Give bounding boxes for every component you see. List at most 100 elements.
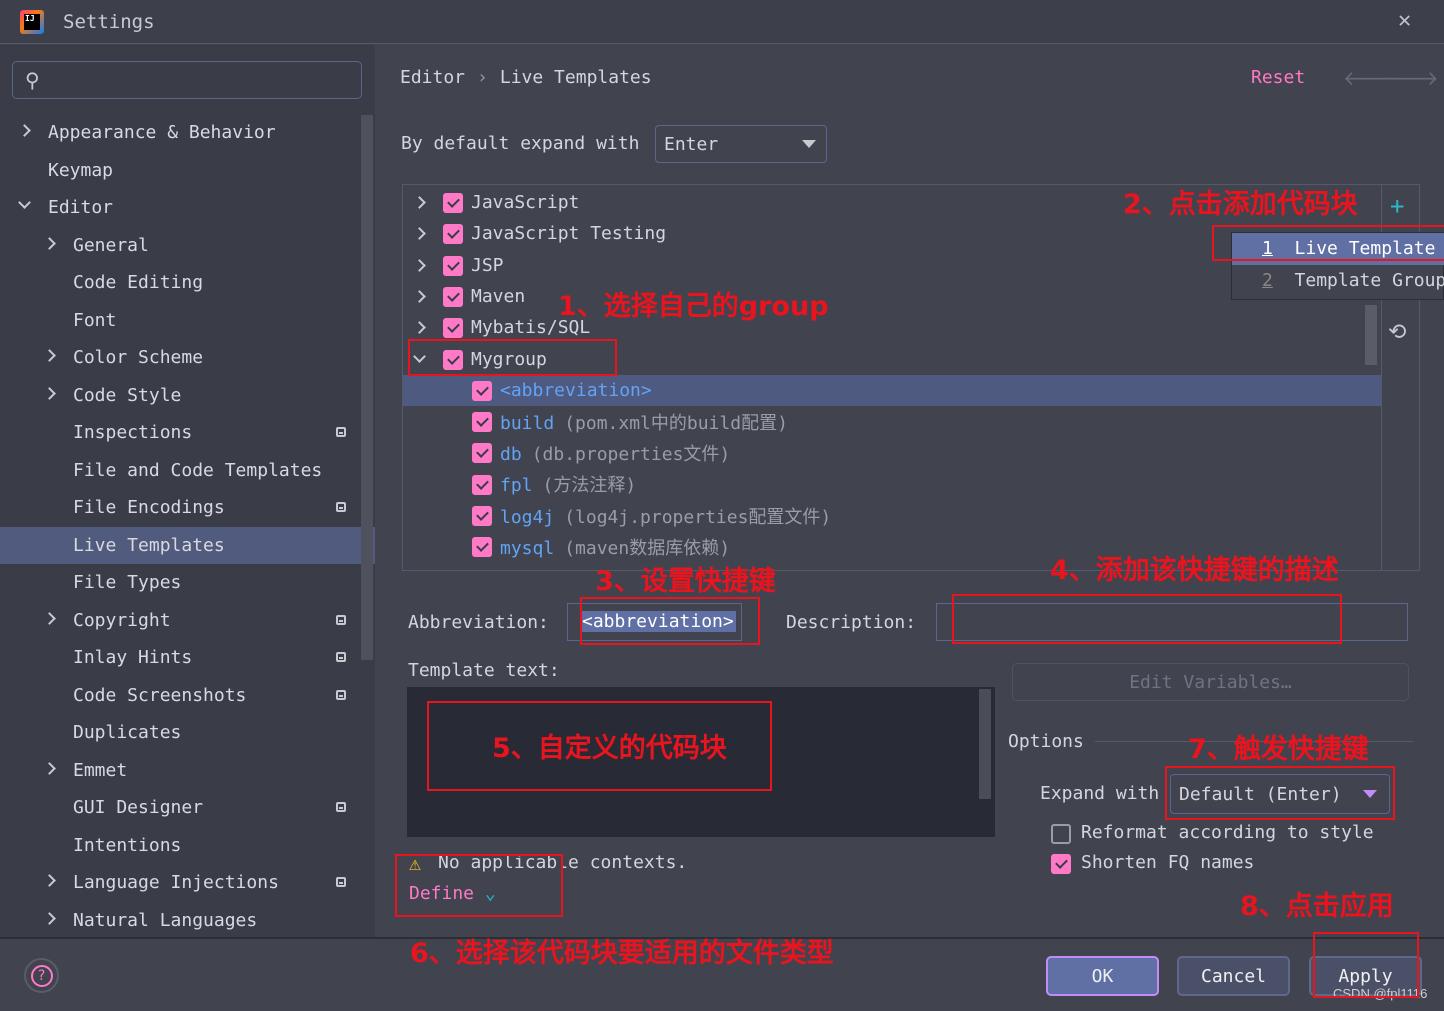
add-icon[interactable]: + xyxy=(1390,192,1404,220)
breadcrumb: Editor › Live Templates xyxy=(400,67,652,88)
sidebar-item[interactable]: General xyxy=(0,227,375,264)
annotation-6: 6、选择该代码块要适用的文件类型 xyxy=(410,938,834,969)
chevron-right-icon[interactable] xyxy=(413,227,426,241)
template-abbreviation: build xyxy=(500,412,555,434)
sidebar-item[interactable]: Code Editing xyxy=(0,264,375,301)
sidebar-scrollbar[interactable] xyxy=(361,115,373,660)
restore-icon[interactable]: ⟲ xyxy=(1388,320,1406,345)
app-logo-icon: IJ xyxy=(20,10,44,34)
enabled-checkbox[interactable] xyxy=(472,474,492,495)
project-settings-icon xyxy=(336,614,346,625)
annotation-3: 3、设置快捷键 xyxy=(595,566,776,597)
enabled-checkbox[interactable] xyxy=(472,506,492,526)
project-settings-icon xyxy=(336,802,346,812)
breadcrumb-editor[interactable]: Editor xyxy=(400,67,465,88)
sidebar-item[interactable]: Natural Languages xyxy=(0,902,375,939)
enabled-checkbox[interactable] xyxy=(443,224,463,245)
sidebar-item[interactable]: Live Templates xyxy=(0,526,375,564)
enabled-checkbox[interactable] xyxy=(472,443,492,464)
template-row[interactable]: build (pom.xml中的build配置) xyxy=(403,406,1381,437)
sidebar-item[interactable]: Keymap xyxy=(0,152,375,189)
annotation-5: 5、自定义的代码块 xyxy=(492,733,727,764)
enabled-checkbox[interactable] xyxy=(443,255,463,276)
sidebar-item[interactable]: Inspections xyxy=(0,414,375,451)
enabled-checkbox[interactable] xyxy=(443,286,463,307)
menu-key: 2 xyxy=(1262,270,1273,291)
sidebar-item[interactable]: Emmet xyxy=(0,752,375,789)
chevron-right-icon[interactable] xyxy=(413,290,426,303)
reformat-checkbox[interactable] xyxy=(1051,824,1071,844)
sidebar-item[interactable]: GUI Designer xyxy=(0,789,375,826)
help-button[interactable]: ? xyxy=(24,958,59,993)
chevron-right-icon[interactable] xyxy=(413,258,426,272)
chevron-right-icon[interactable] xyxy=(413,196,426,209)
sidebar-item[interactable]: Code Screenshots xyxy=(0,677,375,714)
ok-button[interactable]: OK xyxy=(1046,956,1159,996)
sidebar-item[interactable]: Language Injections xyxy=(0,864,375,901)
template-abbreviation: db xyxy=(500,443,522,465)
project-settings-icon xyxy=(336,502,346,512)
close-icon[interactable]: ✕ xyxy=(1398,8,1411,33)
cancel-button[interactable]: Cancel xyxy=(1177,956,1290,996)
chevron-right-icon[interactable] xyxy=(43,349,56,362)
sidebar-item[interactable]: Editor xyxy=(0,189,375,226)
menu-label: Template Group xyxy=(1294,270,1444,291)
annotation-box-abbr xyxy=(580,597,760,645)
template-row[interactable]: db (db.properties文件) xyxy=(403,437,1381,468)
chevron-right-icon[interactable] xyxy=(413,321,426,335)
sidebar-item-label: Language Injections xyxy=(73,872,279,893)
project-settings-icon xyxy=(336,652,346,662)
sidebar-item[interactable]: Intentions xyxy=(0,827,375,864)
sidebar-item[interactable]: Inlay Hints xyxy=(0,639,375,676)
chevron-down-icon[interactable] xyxy=(18,196,31,209)
tree-scrollbar[interactable] xyxy=(1365,305,1377,365)
breadcrumb-separator: › xyxy=(477,67,488,88)
sidebar-item[interactable]: Code Style xyxy=(0,377,375,414)
template-description: (maven数据库依赖) xyxy=(564,537,731,559)
chevron-right-icon[interactable] xyxy=(43,386,56,400)
menu-item-template-group[interactable]: 2 Template Group xyxy=(1232,266,1444,298)
sidebar-item[interactable]: Copyright xyxy=(0,602,375,639)
shorten-fq-checkbox[interactable] xyxy=(1051,854,1071,874)
chevron-down-icon xyxy=(802,140,816,148)
template-row[interactable]: log4j (log4j.properties配置文件) xyxy=(403,500,1381,531)
chevron-right-icon[interactable] xyxy=(43,761,56,775)
chevron-right-icon[interactable] xyxy=(18,124,31,137)
chevron-right-icon[interactable] xyxy=(43,911,56,925)
sidebar-item[interactable]: File Encodings xyxy=(0,489,375,526)
chevron-right-icon[interactable] xyxy=(43,236,56,250)
project-settings-icon xyxy=(336,877,346,887)
sidebar-item-label: Intentions xyxy=(73,834,182,856)
ok-label: OK xyxy=(1091,965,1114,987)
annotation-box-popup xyxy=(1212,225,1444,261)
sidebar-item-label: GUI Designer xyxy=(73,797,204,818)
sidebar-item[interactable]: Font xyxy=(0,302,375,339)
sidebar-item-label: Editor xyxy=(48,197,114,218)
enabled-checkbox[interactable] xyxy=(472,380,492,401)
reset-link[interactable]: Reset xyxy=(1251,67,1305,88)
template-row[interactable]: fpl (方法注释) xyxy=(403,469,1381,500)
template-description: (db.properties文件) xyxy=(531,443,731,465)
sidebar-item-label: Live Templates xyxy=(73,534,225,556)
editor-scrollbar[interactable] xyxy=(979,689,991,799)
enabled-checkbox[interactable] xyxy=(443,193,463,213)
enabled-checkbox[interactable] xyxy=(472,537,492,558)
enabled-checkbox[interactable] xyxy=(472,412,492,433)
search-icon: ⚲ xyxy=(25,68,40,92)
edit-variables-button[interactable]: Edit Variables… xyxy=(1012,663,1409,701)
search-input[interactable]: ⚲ xyxy=(12,61,362,99)
sidebar-item-label: General xyxy=(73,234,149,256)
template-row[interactable]: <abbreviation> xyxy=(403,374,1381,406)
expand-default-value: Enter xyxy=(664,134,719,155)
template-abbreviation: log4j xyxy=(500,506,555,528)
forward-arrow-icon[interactable]: 🡒 xyxy=(1385,66,1439,90)
chevron-right-icon[interactable] xyxy=(43,874,56,887)
sidebar-item[interactable]: File Types xyxy=(0,564,375,601)
sidebar-item[interactable]: File and Code Templates xyxy=(0,452,375,489)
sidebar-item[interactable]: Appearance & Behavior xyxy=(0,114,375,151)
sidebar-item[interactable]: Color Scheme xyxy=(0,339,375,376)
chevron-right-icon[interactable] xyxy=(43,611,56,625)
expand-default-select[interactable]: Enter xyxy=(655,125,827,163)
enabled-checkbox[interactable] xyxy=(443,318,463,339)
sidebar-item[interactable]: Duplicates xyxy=(0,714,375,751)
